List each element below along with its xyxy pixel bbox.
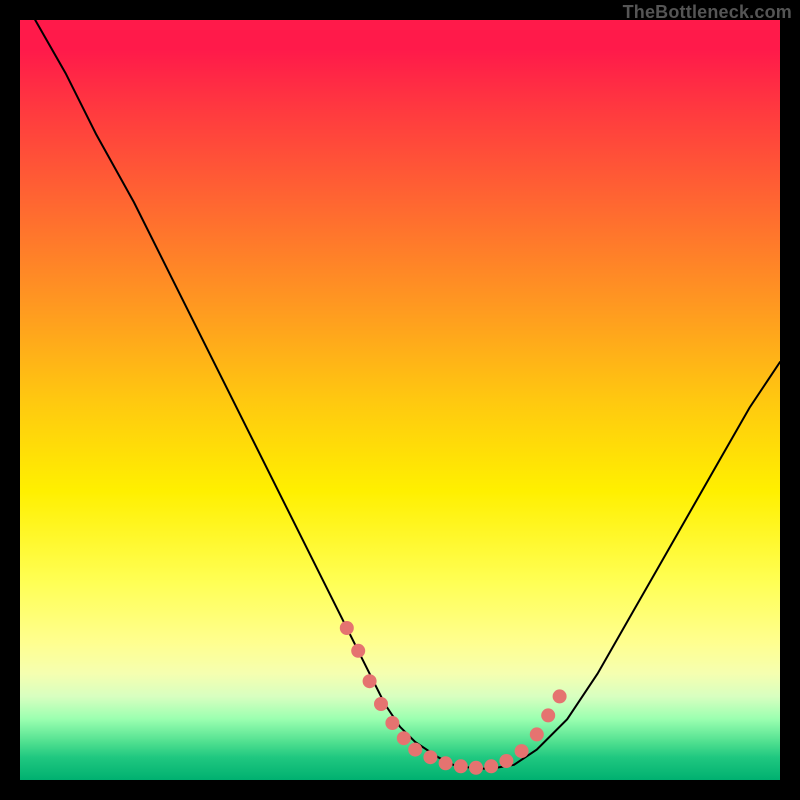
marker-dot bbox=[340, 621, 354, 635]
marker-dot bbox=[351, 644, 365, 658]
marker-dot bbox=[363, 674, 377, 688]
marker-dot bbox=[439, 756, 453, 770]
chart-svg bbox=[20, 20, 780, 780]
chart-frame: TheBottleneck.com bbox=[0, 0, 800, 800]
marker-dot bbox=[408, 743, 422, 757]
bottleneck-curve bbox=[35, 20, 780, 769]
marker-dot bbox=[423, 750, 437, 764]
marker-dot bbox=[553, 689, 567, 703]
marker-dot bbox=[484, 759, 498, 773]
marker-dot bbox=[499, 754, 513, 768]
plot-area bbox=[20, 20, 780, 780]
watermark-text: TheBottleneck.com bbox=[623, 2, 792, 23]
marker-dot bbox=[385, 716, 399, 730]
marker-dot bbox=[374, 697, 388, 711]
marker-dot bbox=[454, 759, 468, 773]
marker-dot bbox=[541, 708, 555, 722]
marker-dot bbox=[397, 731, 411, 745]
marker-dot bbox=[530, 727, 544, 741]
marker-dot bbox=[515, 744, 529, 758]
marker-dot bbox=[469, 761, 483, 775]
